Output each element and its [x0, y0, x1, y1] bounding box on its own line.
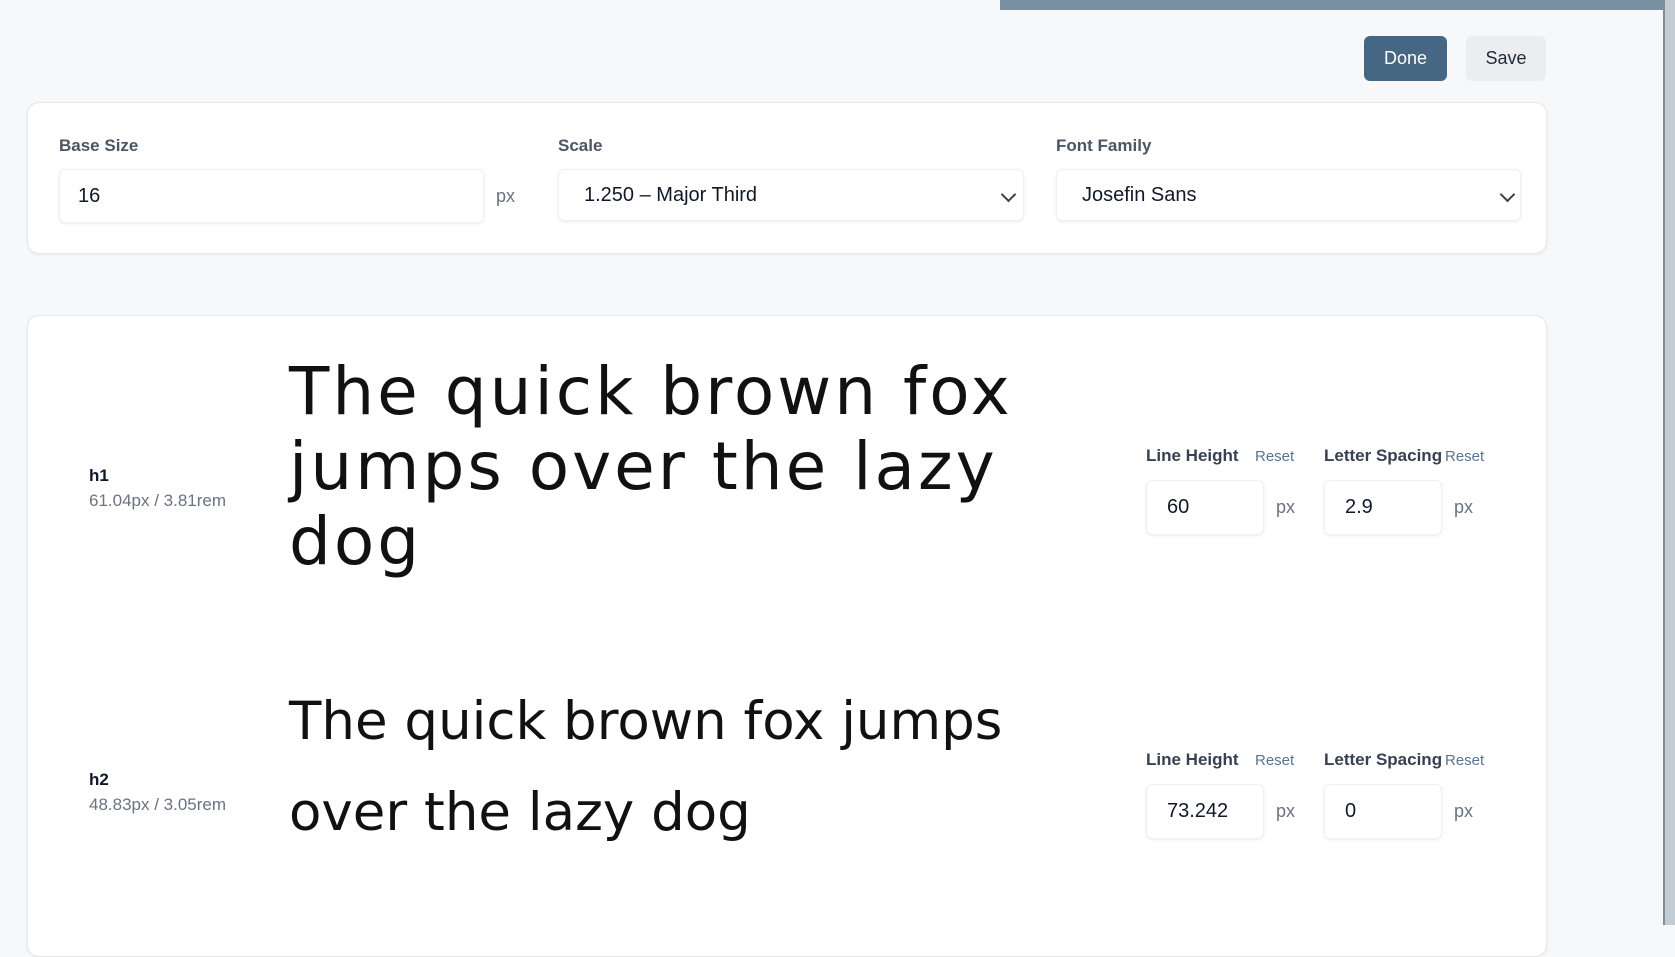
line-height-reset-link[interactable]: Reset	[1255, 752, 1294, 769]
done-button[interactable]: Done	[1364, 36, 1447, 81]
row-tag: h1	[89, 466, 109, 485]
chevron-down-icon	[1499, 186, 1516, 203]
font-family-select-value: Josefin Sans	[1082, 183, 1197, 206]
scale-label: Scale	[558, 136, 603, 155]
right-panel-edge	[1664, 0, 1675, 925]
row-size-meta: 48.83px / 3.05rem	[89, 795, 227, 814]
save-button[interactable]: Save	[1466, 36, 1546, 81]
letter-spacing-reset-link[interactable]: Reset	[1445, 448, 1484, 465]
letter-spacing-input[interactable]: 2.9	[1324, 480, 1442, 535]
letter-spacing-label: Letter Spacing	[1324, 446, 1443, 465]
line-height-unit: px	[1276, 801, 1296, 821]
scale-select-value: 1.250 – Major Third	[584, 183, 758, 206]
line-height-unit: px	[1276, 497, 1296, 517]
chevron-down-icon	[1000, 186, 1017, 203]
right-panel-divider	[1663, 0, 1665, 925]
row-size-meta: 61.04px / 3.81rem	[89, 491, 227, 510]
base-size-unit: px	[496, 186, 516, 206]
letter-spacing-unit: px	[1454, 497, 1474, 517]
row-tag: h2	[89, 770, 109, 789]
type-sample-text: The quick brown fox jumps over the lazy …	[289, 691, 1003, 843]
font-family-label: Font Family	[1056, 136, 1152, 155]
font-family-select[interactable]: Josefin Sans	[1056, 169, 1521, 221]
base-size-input[interactable]: 16	[59, 169, 484, 223]
base-size-value: 16	[78, 184, 101, 207]
letter-spacing-label: Letter Spacing	[1324, 750, 1443, 769]
base-size-label: Base Size	[59, 136, 139, 155]
top-bar-strip	[1000, 0, 1670, 10]
line-height-input[interactable]: 60	[1146, 480, 1264, 535]
type-scale-preview-card: h1 61.04px / 3.81rem The quick brown fox…	[27, 315, 1547, 957]
line-height-input[interactable]: 73.242	[1146, 784, 1264, 839]
letter-spacing-unit: px	[1454, 801, 1474, 821]
type-scale-settings-card: Base Size 16 px Scale 1.250 – Major Thir…	[27, 102, 1547, 254]
line-height-label: Line Height	[1146, 446, 1239, 465]
letter-spacing-reset-link[interactable]: Reset	[1445, 752, 1484, 769]
line-height-reset-link[interactable]: Reset	[1255, 448, 1294, 465]
type-sample-text: The quick brown fox jumps over the lazy …	[289, 353, 1013, 580]
line-height-label: Line Height	[1146, 750, 1239, 769]
letter-spacing-input[interactable]: 0	[1324, 784, 1442, 839]
scale-select[interactable]: 1.250 – Major Third	[558, 169, 1024, 221]
